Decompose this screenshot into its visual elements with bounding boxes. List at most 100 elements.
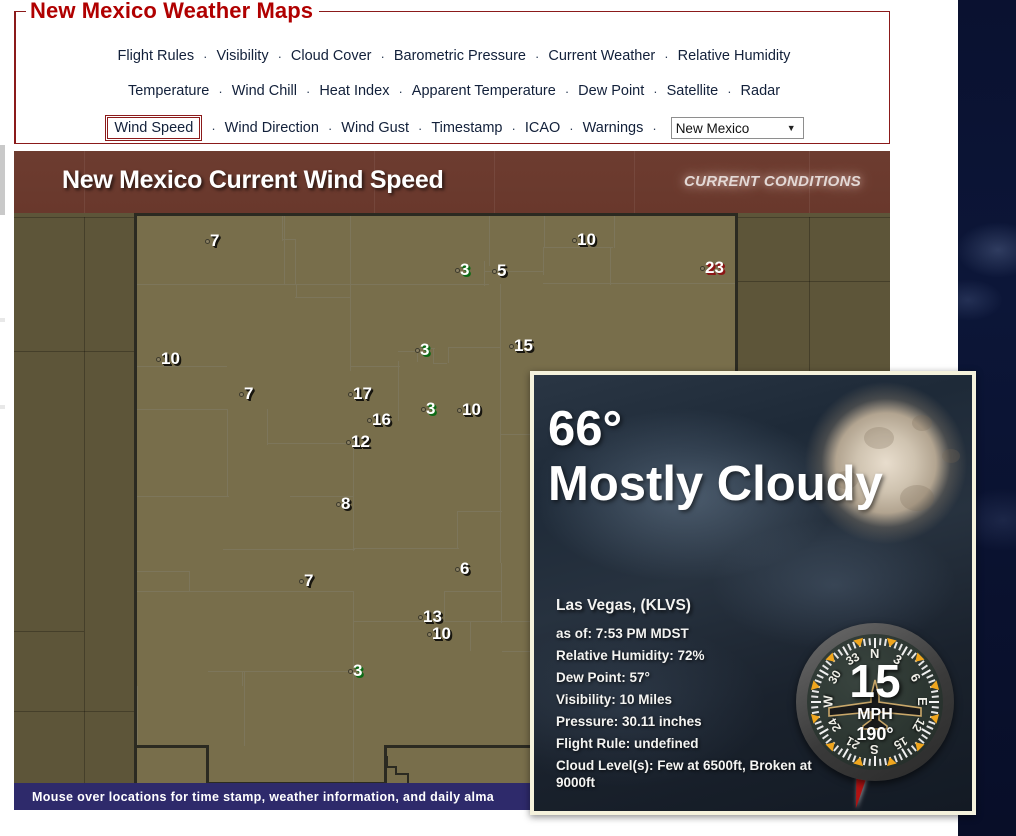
nav-link-relative-humidity[interactable]: Relative Humidity xyxy=(677,48,792,64)
nav-link-temperature[interactable]: Temperature xyxy=(127,83,210,99)
gauge-tick xyxy=(847,643,852,651)
gauge-face: N 3 6 E 12 15 S 21 24 W 30 33 15 MPH 190° xyxy=(807,634,943,770)
page-left-edge-sliver-2 xyxy=(0,318,5,322)
page-root: New Mexico Weather Maps Flight Rules · Vis… xyxy=(0,0,1016,836)
wind-marker-value: 7 xyxy=(304,571,314,590)
gauge-bezel: N 3 6 E 12 15 S 21 24 W 30 33 15 MPH 190° xyxy=(796,623,954,781)
nav-panel: New Mexico Weather Maps Flight Rules · Vis… xyxy=(14,0,892,144)
wind-marker-value: 10 xyxy=(577,230,596,249)
wind-marker-value: 17 xyxy=(353,384,372,403)
gauge-tick xyxy=(906,748,913,755)
nav-link-icao[interactable]: ICAO xyxy=(524,120,561,136)
nav-link-cloud-cover[interactable]: Cloud Cover xyxy=(290,48,373,64)
nav-separator: · xyxy=(211,120,216,136)
nav-link-warnings[interactable]: Warnings xyxy=(582,120,645,136)
state-select[interactable]: New Mexico ▼ xyxy=(670,117,804,139)
nav-separator: · xyxy=(305,83,311,99)
wind-marker-value: 16 xyxy=(372,410,391,429)
wind-marker-value: 8 xyxy=(341,494,351,513)
page-title: New Mexico Weather Maps xyxy=(26,0,320,24)
wind-marker-value: 5 xyxy=(497,261,507,280)
nav-row-1: Flight Rules · Visibility · Cloud Cover · Baro… xyxy=(16,43,892,69)
gauge-tick xyxy=(898,753,903,761)
gauge-tick xyxy=(868,758,872,766)
gauge-tick xyxy=(837,649,844,656)
wind-marker-value: 3 xyxy=(353,661,363,680)
nav-link-current-weather[interactable]: Current Weather xyxy=(547,48,656,64)
wind-marker-value: 6 xyxy=(460,559,470,578)
nav-link-dew-point[interactable]: Dew Point xyxy=(577,83,645,99)
nav-separator: · xyxy=(652,120,657,136)
popup-temperature: 66° xyxy=(548,402,623,456)
current-conditions-badge: CURRENT CONDITIONS xyxy=(684,173,862,190)
gauge-tick xyxy=(837,748,844,755)
nav-separator: · xyxy=(417,120,423,136)
nav-separator: · xyxy=(511,120,516,136)
nav-separator: · xyxy=(653,83,658,99)
nav-separator: · xyxy=(569,120,574,136)
wind-marker-value: 3 xyxy=(460,260,470,279)
nav-separator: · xyxy=(327,120,333,136)
nav-link-flight-rules[interactable]: Flight Rules xyxy=(117,48,196,64)
nav-link-heat-index[interactable]: Heat Index xyxy=(318,83,390,99)
gauge-speed-value: 15 xyxy=(849,655,901,707)
nav-separator: · xyxy=(727,83,732,99)
wind-marker-value: 7 xyxy=(244,384,254,403)
nav-link-visibility[interactable]: Visibility xyxy=(215,48,269,64)
nav-link-radar[interactable]: Radar xyxy=(740,83,782,99)
gauge-marker-triangle xyxy=(884,637,897,649)
gauge-tick xyxy=(878,638,882,646)
chevron-down-icon: ▼ xyxy=(786,123,796,133)
gauge-compass-label: S xyxy=(870,742,879,757)
nav-separator: · xyxy=(277,48,282,64)
nav-link-wind-chill[interactable]: Wind Chill xyxy=(231,83,298,99)
gauge-tick xyxy=(847,753,852,761)
gauge-tick xyxy=(898,643,903,651)
nav-link-wind-direction[interactable]: Wind Direction xyxy=(224,120,320,136)
wind-gauge: N 3 6 E 12 15 S 21 24 W 30 33 15 MPH 190° xyxy=(786,619,966,811)
gauge-marker-triangle xyxy=(853,637,866,649)
state-select-value: New Mexico xyxy=(675,120,750,136)
wind-marker-value: 10 xyxy=(161,349,180,368)
status-bar-text: Mouse over locations for time stamp, wea… xyxy=(32,789,495,804)
nav-link-satellite[interactable]: Satellite xyxy=(666,83,720,99)
wind-marker-value: 15 xyxy=(514,336,533,355)
nav-separator: · xyxy=(203,48,208,64)
wind-marker-value: 13 xyxy=(423,607,442,626)
popup-station-name: Las Vegas, (KLVS) xyxy=(556,597,691,614)
wind-marker-value: 3 xyxy=(420,340,430,359)
gauge-tick xyxy=(868,638,872,646)
gauge-marker-triangle xyxy=(884,755,897,767)
nav-separator: · xyxy=(564,83,570,99)
wind-marker-value: 12 xyxy=(351,432,370,451)
nav-link-wind-speed[interactable]: Wind Speed xyxy=(105,115,203,141)
wind-marker-value: 10 xyxy=(462,400,481,419)
nav-link-apparent-temperature[interactable]: Apparent Temperature xyxy=(411,83,557,99)
wind-marker-value: 10 xyxy=(432,624,451,643)
nav-row-3: Wind Speed · Wind Direction · Wind Gust · Time… xyxy=(16,113,892,143)
gauge-unit-label: MPH xyxy=(857,706,893,723)
nav-link-timestamp[interactable]: Timestamp xyxy=(430,120,503,136)
nav-row-2: Temperature · Wind Chill · Heat Index · Appare… xyxy=(16,78,892,104)
popup-sky-photo: 66° Mostly Cloudy Las Vegas, (KLVS) as o… xyxy=(534,375,972,811)
page-left-edge-sliver-3 xyxy=(0,405,5,409)
station-conditions-popup[interactable]: 66° Mostly Cloudy Las Vegas, (KLVS) as o… xyxy=(530,371,976,815)
page-left-edge-sliver xyxy=(0,145,5,215)
nav-link-barometric-pressure[interactable]: Barometric Pressure xyxy=(393,48,527,64)
nav-separator: · xyxy=(380,48,385,64)
gauge-tick xyxy=(874,756,876,766)
map-banner-title: New Mexico Current Wind Speed xyxy=(62,166,444,194)
map-banner: New Mexico Current Wind Speed CURRENT CO… xyxy=(14,151,890,213)
wind-marker-value: 23 xyxy=(705,258,724,277)
wind-marker-value: 7 xyxy=(210,231,220,250)
popup-condition: Mostly Cloudy xyxy=(548,457,883,511)
gauge-tick xyxy=(878,758,882,766)
nav-separator: · xyxy=(218,83,223,99)
gauge-direction-degrees: 190° xyxy=(856,724,894,744)
gauge-marker-triangle xyxy=(853,755,866,767)
nav-separator: · xyxy=(398,83,403,99)
nav-separator: · xyxy=(535,48,540,64)
wind-marker-value: 3 xyxy=(426,399,436,418)
nav-separator: · xyxy=(664,48,669,64)
nav-link-wind-gust[interactable]: Wind Gust xyxy=(340,120,410,136)
